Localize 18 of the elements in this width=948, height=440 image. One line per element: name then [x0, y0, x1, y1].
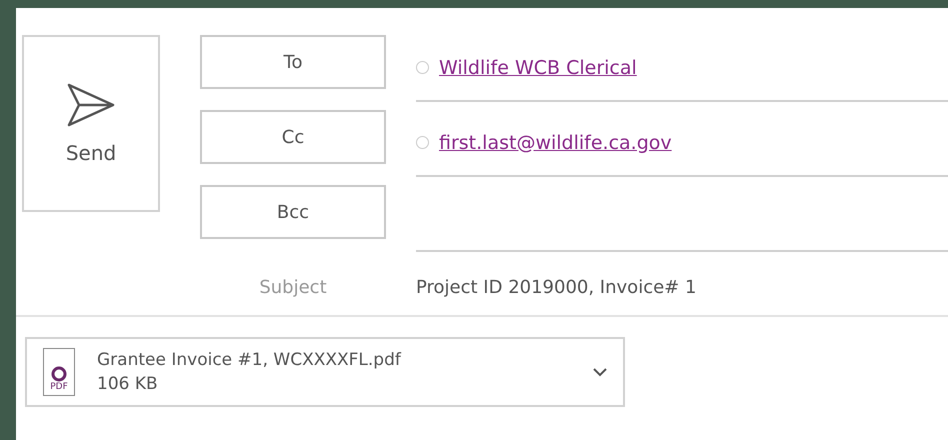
- recipient-link[interactable]: first.last@wildlife.ca.gov: [439, 132, 672, 154]
- subject-label: Subject: [258, 277, 328, 298]
- subject-field[interactable]: Project ID 2019000, Invoice# 1: [416, 277, 696, 298]
- attachment-file-name: Grantee Invoice #1, WCXXXXFL.pdf: [97, 350, 401, 370]
- recipient-field-button[interactable]: Cc: [200, 110, 386, 164]
- send-button[interactable]: Send: [22, 35, 160, 212]
- attachment-card[interactable]: PDF Grantee Invoice #1, WCXXXXFL.pdf 106 KB: [25, 337, 625, 407]
- send-icon: [67, 82, 115, 126]
- presence-icon: [416, 61, 429, 74]
- recipient-link[interactable]: Wildlife WCB Clerical: [439, 56, 637, 78]
- recipient-field-button[interactable]: To: [200, 35, 386, 89]
- pdf-file-icon: PDF: [43, 348, 75, 396]
- chevron-down-icon[interactable]: [593, 368, 607, 376]
- recipient-field[interactable]: first.last@wildlife.ca.gov: [416, 110, 948, 177]
- recipient-field[interactable]: Wildlife WCB Clerical: [416, 35, 948, 102]
- attachment-file-size: 106 KB: [97, 374, 159, 394]
- presence-icon: [416, 136, 429, 149]
- recipient-field-button[interactable]: Bcc: [200, 185, 386, 239]
